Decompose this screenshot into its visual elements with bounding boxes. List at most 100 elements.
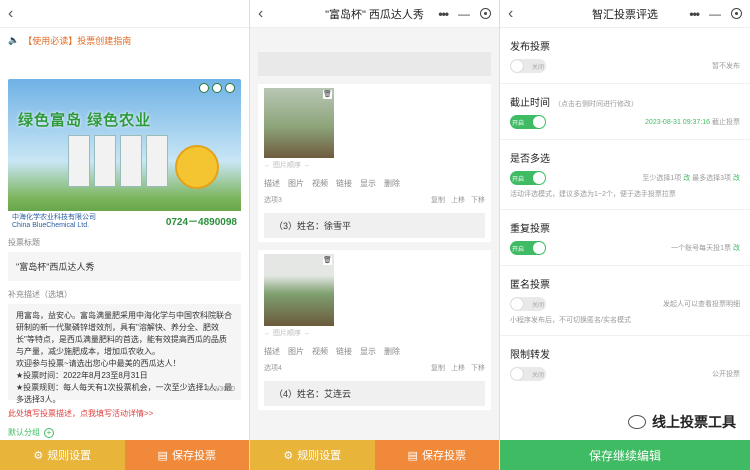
footer-bar: ⚙ 规则设置 ▤ 保存投票 <box>250 440 499 470</box>
image-order-label: 图片顺序 <box>272 162 301 169</box>
anonymous-toggle[interactable]: 关闭 <box>510 297 546 311</box>
back-icon[interactable]: ‹ <box>8 5 24 23</box>
desc-count: 302/3000 <box>205 386 235 393</box>
deadline-suffix: 截止投票 <box>712 119 740 126</box>
image-order-label: 图片顺序 <box>272 330 301 337</box>
deadline-clock: 09:37:16 <box>682 119 711 126</box>
deadline-hint: （点击右侧时间进行修改） <box>554 101 638 108</box>
desc-textarea[interactable]: 用富岛，益安心。富岛满量肥采用中海化学与中国农科院联合研制的新一代聚磷锌增效剂，… <box>8 304 241 404</box>
company-name: 中海化学农业科技有限公司 <box>12 213 96 221</box>
rule-settings-button[interactable]: ⚙ 规则设置 <box>0 440 125 470</box>
tool-video[interactable]: 视频 <box>312 346 328 357</box>
more-icon[interactable]: ••• <box>689 7 700 21</box>
repeat-row: 重复投票 开启 一个账号每天投1票 改 <box>500 210 750 266</box>
minimize-icon[interactable]: — <box>458 7 470 21</box>
banner-infobar: 中海化学农业科技有限公司 China BlueChemical Ltd. 072… <box>8 211 241 229</box>
rule-settings-label: 规则设置 <box>297 450 342 462</box>
options-panel: ‹ "富岛杯" 西瓜达人秀 ••• — 🗑 ← 图片顺序 → 描述 图片 视频 链… <box>250 0 500 470</box>
back-icon[interactable]: ‹ <box>258 5 274 23</box>
option-placeholder <box>258 52 491 76</box>
publish-note: 暂不发布 <box>712 63 740 70</box>
repeat-change[interactable]: 改 <box>733 245 740 252</box>
settings-panel: ‹ 智汇投票评选 ••• — 发布投票 关闭 暂不发布 截止时间 （点击右侧时间进行… <box>500 0 750 470</box>
multi-change-min[interactable]: 改 <box>683 175 690 182</box>
tool-delete[interactable]: 删除 <box>384 346 400 357</box>
anonymous-row: 匿名投票 关闭 发起人可以查看投票明细 小程序发布后，不可切换匿名/实名模式 <box>500 266 750 336</box>
company-name-en: China BlueChemical Ltd. <box>12 221 90 229</box>
multi-row: 是否多选 开启 至少选择1项 改 最多选择3项 改 活动评选模式，建议多选为1~… <box>500 140 750 210</box>
option-row: 选项3 复制 上移 下移 <box>264 193 485 209</box>
vote-title-input[interactable]: "富岛杯"西瓜达人秀 <box>8 252 241 281</box>
gear-icon: ⚙ <box>283 449 294 462</box>
back-icon[interactable]: ‹ <box>508 5 524 23</box>
move-up-button[interactable]: 上移 <box>451 363 465 373</box>
minimize-icon[interactable]: — <box>709 7 721 21</box>
repeat-note-text: 一个账号每天投1票 <box>671 245 732 252</box>
banner-phone: 0724－4890098 <box>165 216 237 228</box>
forward-title: 限制转发 <box>510 350 550 361</box>
gear-icon: ⚙ <box>33 449 44 462</box>
multi-hint: 活动评选模式，建议多选为1~2个，便于选手投票拉票 <box>510 191 676 198</box>
tool-delete[interactable]: 删除 <box>384 178 400 189</box>
tool-image[interactable]: 图片 <box>288 178 304 189</box>
tool-desc[interactable]: 描述 <box>264 346 280 357</box>
tool-link[interactable]: 链接 <box>336 178 352 189</box>
trash-icon[interactable]: 🗑 <box>323 90 332 99</box>
option-toolbar: 描述 图片 视频 链接 显示 删除 <box>264 174 485 193</box>
repeat-toggle[interactable]: 开启 <box>510 241 546 255</box>
tool-image[interactable]: 图片 <box>288 346 304 357</box>
banner-slogan: 绿色富岛 绿色农业 <box>18 112 152 129</box>
publish-title: 发布投票 <box>510 42 550 53</box>
move-down-button[interactable]: 下移 <box>471 363 485 373</box>
close-miniprogram-icon[interactable] <box>480 8 491 19</box>
tool-video[interactable]: 视频 <box>312 178 328 189</box>
deadline-toggle[interactable]: 开启 <box>510 115 546 129</box>
trash-icon[interactable]: 🗑 <box>323 256 332 265</box>
multi-toggle[interactable]: 开启 <box>510 171 546 185</box>
wechat-icon <box>628 415 646 429</box>
option-photo[interactable]: 🗑 <box>264 88 334 158</box>
add-group-icon[interactable]: + <box>44 427 54 438</box>
image-order[interactable]: ← 图片顺序 → <box>264 158 485 174</box>
cover-banner[interactable]: 绿色富岛 绿色农业 中海化学农业科技有限公司 China BlueChemica… <box>8 79 241 229</box>
rule-settings-button[interactable]: ⚙ 规则设置 <box>250 440 375 470</box>
anonymous-note: 发起人可以查看投票明细 <box>663 301 740 308</box>
option-card: 🗑 ← 图片顺序 → 描述 图片 视频 链接 显示 删除 选项4 复制 上移 下移 … <box>258 250 491 410</box>
mascot-image <box>175 145 219 189</box>
tool-show[interactable]: 显示 <box>360 178 376 189</box>
guide-notice[interactable]: 🔈 【使用必读】投票创建指南 <box>0 28 249 53</box>
guide-notice-text: 【使用必读】投票创建指南 <box>23 36 132 46</box>
multi-change-max[interactable]: 改 <box>733 175 740 182</box>
footer-bar: 保存继续编辑 <box>500 440 750 470</box>
move-down-button[interactable]: 下移 <box>471 195 485 205</box>
move-up-button[interactable]: 上移 <box>451 195 465 205</box>
forward-toggle[interactable]: 关闭 <box>510 367 546 381</box>
tool-desc[interactable]: 描述 <box>264 178 280 189</box>
multi-max: 最多选择3项 <box>692 175 732 182</box>
group-label: 默认分组 <box>8 428 40 437</box>
publish-row: 发布投票 关闭 暂不发布 <box>500 28 750 84</box>
multi-note: 至少选择1项 改 最多选择3项 改 <box>642 173 740 183</box>
option-toolbar: 描述 图片 视频 链接 显示 删除 <box>264 342 485 361</box>
option-name-input[interactable]: （3）姓名：徐雪平 <box>264 213 485 238</box>
save-continue-button[interactable]: 保存继续编辑 <box>500 440 750 470</box>
copy-button[interactable]: 复制 <box>431 363 445 373</box>
save-vote-label: 保存投票 <box>421 450 466 462</box>
save-vote-button[interactable]: ▤ 保存投票 <box>374 440 499 470</box>
more-icon[interactable]: ••• <box>438 7 449 21</box>
save-icon: ▤ <box>407 449 418 462</box>
option-photo[interactable]: 🗑 <box>264 254 334 326</box>
multi-min: 至少选择1项 <box>642 175 682 182</box>
forward-note: 公开投票 <box>712 371 740 378</box>
rule-settings-label: 规则设置 <box>47 450 92 462</box>
deadline-title: 截止时间 <box>510 98 550 109</box>
option-name-input[interactable]: （4）姓名：艾连云 <box>264 381 485 406</box>
publish-toggle[interactable]: 关闭 <box>510 59 546 73</box>
save-vote-button[interactable]: ▤ 保存投票 <box>124 440 249 470</box>
deadline-time[interactable]: 2023-08-31 09:37:16 截止投票 <box>645 117 740 127</box>
close-miniprogram-icon[interactable] <box>731 8 742 19</box>
tool-show[interactable]: 显示 <box>360 346 376 357</box>
tool-link[interactable]: 链接 <box>336 346 352 357</box>
image-order[interactable]: ← 图片顺序 → <box>264 326 485 342</box>
copy-button[interactable]: 复制 <box>431 195 445 205</box>
